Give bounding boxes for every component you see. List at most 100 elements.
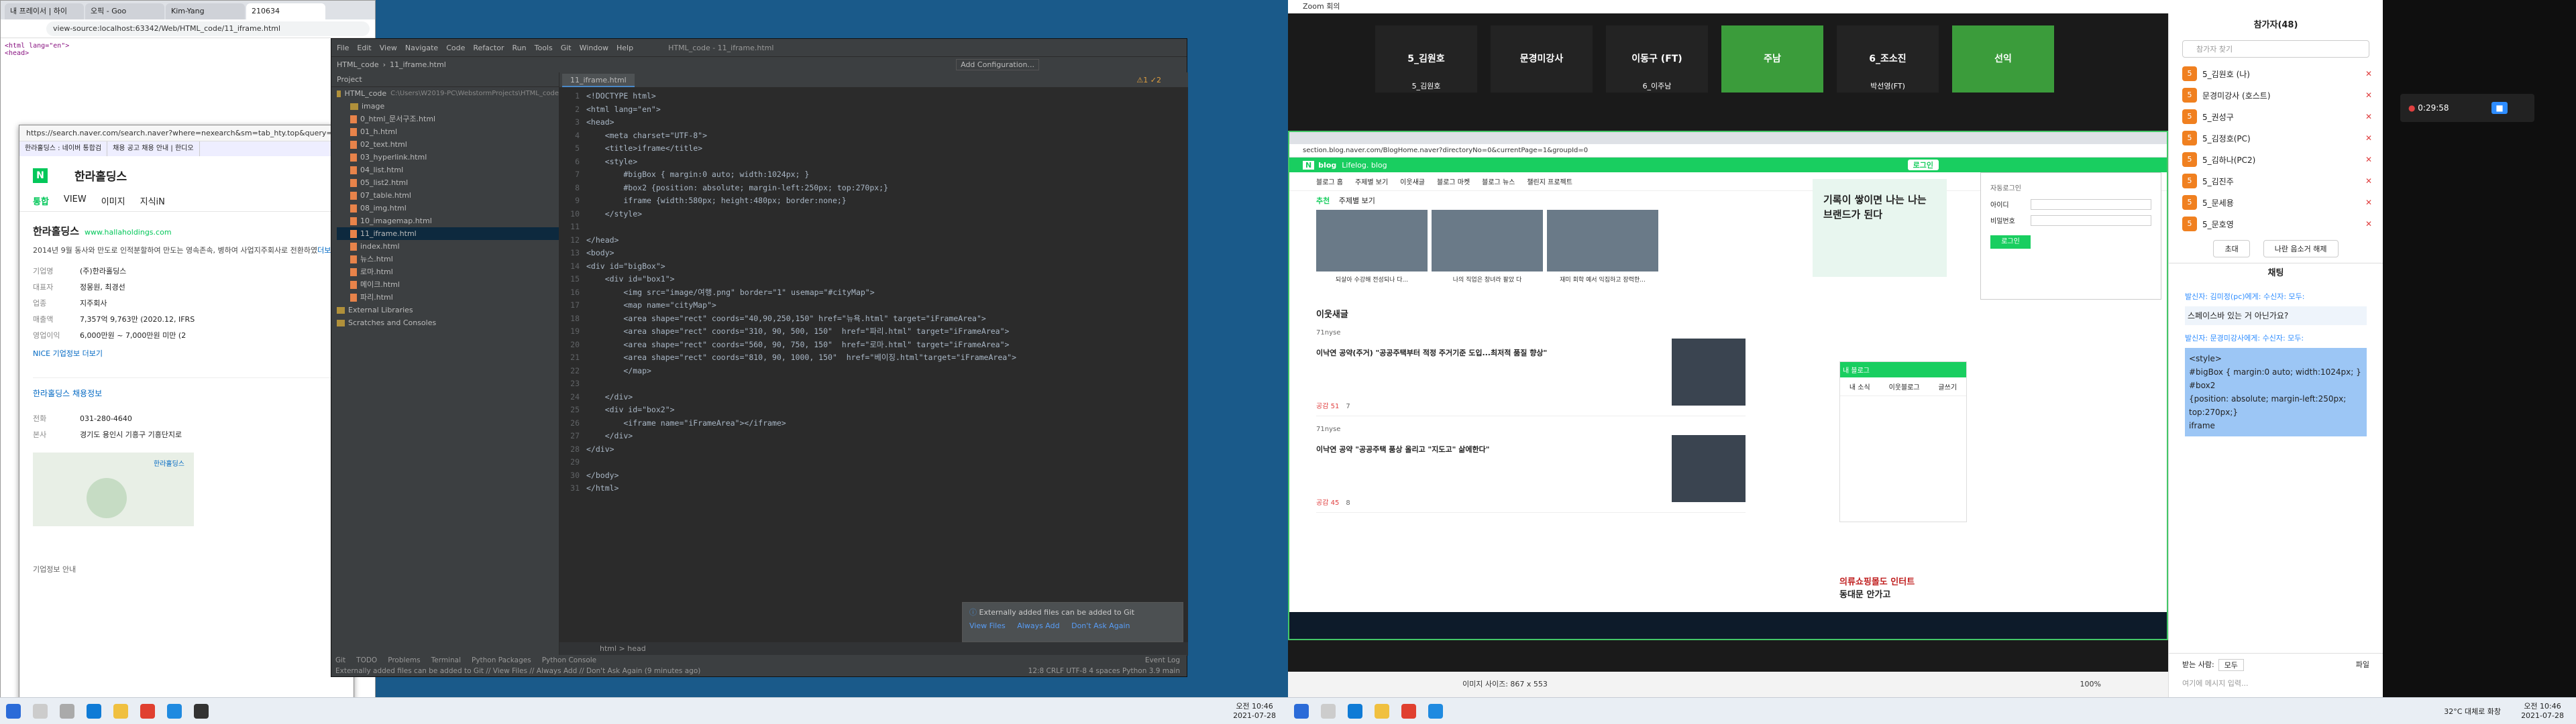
tool-git[interactable]: Git bbox=[335, 655, 345, 666]
blog-thumbnail[interactable]: 나의 직업은 창녀라 팔았 다 bbox=[1432, 210, 1543, 284]
explorer-icon[interactable] bbox=[1375, 703, 1389, 719]
always-add-link[interactable]: Always Add bbox=[1017, 621, 1059, 630]
company-name[interactable]: 한라홀딩스 bbox=[33, 224, 79, 238]
participant-row[interactable]: 5 5_김하나(PC2) ✕ bbox=[2169, 149, 2383, 170]
code-line[interactable]: 11 bbox=[559, 221, 1188, 234]
nav-view[interactable]: VIEW bbox=[64, 194, 87, 207]
post-comments[interactable]: 8 bbox=[1346, 499, 1350, 507]
post-likes[interactable]: 공감 45 bbox=[1316, 499, 1339, 507]
code-line[interactable]: 30 </body> bbox=[559, 469, 1188, 483]
blog-menu-item[interactable]: 주제별 보기 bbox=[1355, 176, 1388, 186]
view-files-link[interactable]: View Files bbox=[969, 621, 1006, 630]
menu-help[interactable]: Help bbox=[616, 44, 633, 52]
tree-file[interactable]: 파리.html bbox=[337, 291, 559, 304]
unmute-all-button[interactable]: 나란 음소거 해제 bbox=[2263, 240, 2339, 257]
popup-address[interactable]: https://search.naver.com/search.naver?wh… bbox=[19, 125, 354, 141]
code-line[interactable]: 21 <area shape="rect" coords="810, 90, 1… bbox=[559, 351, 1188, 365]
task-view-icon[interactable] bbox=[60, 703, 74, 719]
chat-to-select[interactable]: 모두 bbox=[2218, 659, 2244, 671]
menu-file[interactable]: File bbox=[337, 44, 349, 52]
map-thumbnail[interactable]: 한라홀딩스 bbox=[33, 452, 194, 526]
blog-menu-item[interactable]: 이웃새글 bbox=[1400, 176, 1425, 186]
address-bar[interactable]: view-source:localhost:63342/Web/HTML_cod… bbox=[1, 19, 375, 38]
tree-scratches[interactable]: Scratches and Consoles bbox=[337, 316, 559, 329]
mic-muted-icon[interactable]: ✕ bbox=[2365, 90, 2372, 100]
code-editor[interactable]: 11_iframe.html ⚠1 ✓2 1 <!DOCTYPE html> 2 <h… bbox=[559, 72, 1188, 656]
auto-login-label[interactable]: 자동로그인 bbox=[1990, 182, 2151, 192]
tool-problems[interactable]: Problems bbox=[388, 655, 420, 666]
dont-ask-link[interactable]: Don't Ask Again bbox=[1071, 621, 1130, 630]
add-configuration-button[interactable]: Add Configuration... bbox=[956, 59, 1039, 70]
tree-external[interactable]: External Libraries bbox=[337, 304, 559, 316]
address-text[interactable]: view-source:localhost:63342/Web/HTML_cod… bbox=[46, 21, 370, 36]
tree-root[interactable]: HTML_code C:\Users\W2019-PC\WebstormProje… bbox=[337, 87, 559, 100]
menu-edit[interactable]: Edit bbox=[357, 44, 371, 52]
menu-window[interactable]: Window bbox=[580, 44, 608, 52]
tree-file[interactable]: image bbox=[337, 100, 559, 113]
chat-file-button[interactable]: 파일 bbox=[2356, 659, 2369, 671]
browser-tab[interactable]: 오픽 - Goo bbox=[85, 3, 164, 19]
breadcrumb-project[interactable]: HTML_code bbox=[337, 60, 379, 69]
search-icon[interactable] bbox=[33, 703, 48, 719]
status-right[interactable]: 12:8 CRLF UTF-8 4 spaces Python 3.9 main bbox=[1028, 666, 1180, 676]
windows-start-icon[interactable] bbox=[6, 703, 21, 719]
mic-muted-icon[interactable]: ✕ bbox=[2365, 112, 2372, 121]
post-likes[interactable]: 공감 51 bbox=[1316, 403, 1339, 410]
code-line[interactable]: 8 #box2 {position: absolute; margin-left… bbox=[559, 182, 1188, 195]
code-line[interactable]: 16 <img src="image/여행.png" border="1" us… bbox=[559, 286, 1188, 300]
sidebar-news[interactable]: 내 소식 bbox=[1849, 381, 1870, 391]
editor-tab[interactable]: 11_iframe.html bbox=[562, 74, 635, 87]
blog-tab-recommend[interactable]: 추천 bbox=[1316, 196, 1330, 205]
tree-file[interactable]: 04_list.html bbox=[337, 164, 559, 176]
participant-search-input[interactable]: 참가자 찾기 bbox=[2182, 40, 2369, 58]
explorer-icon[interactable] bbox=[113, 703, 128, 719]
menu-code[interactable]: Code bbox=[446, 44, 465, 52]
code-line[interactable]: 23 bbox=[559, 377, 1188, 391]
tree-file[interactable]: index.html bbox=[337, 240, 559, 253]
code-line[interactable]: 4 <meta charset="UTF-8"> bbox=[559, 129, 1188, 143]
recording-indicator[interactable]: ● 0:29:58 ■ bbox=[2400, 94, 2534, 122]
weather-widget[interactable]: 32°C 대체로 화창 bbox=[2444, 706, 2501, 717]
participant-row[interactable]: 5 5_권성구 ✕ bbox=[2169, 106, 2383, 127]
sidebar-write[interactable]: 글쓰기 bbox=[1938, 381, 1957, 391]
code-line[interactable]: 7 #bigBox { margin:0 auto; width:1024px;… bbox=[559, 168, 1188, 182]
post-title[interactable]: 이낙연 공약(주거) "공공주택부터 적정 주거기준 도입...최저적 품질 향… bbox=[1316, 347, 1652, 358]
browser-tab[interactable]: 210634 bbox=[246, 3, 325, 19]
blog-tab-topic[interactable]: 주제별 보기 bbox=[1339, 196, 1375, 205]
editor-breadcrumb[interactable]: html > head bbox=[559, 642, 1188, 656]
post-title[interactable]: 이낙연 공약 "공공주택 품상 올리고 "지도고" 삶에한다" bbox=[1316, 444, 1652, 455]
mic-muted-icon[interactable]: ✕ bbox=[2365, 155, 2372, 164]
code-line[interactable]: 24 </div> bbox=[559, 391, 1188, 404]
search-icon[interactable] bbox=[1321, 703, 1336, 719]
code-line[interactable]: 22 </map> bbox=[559, 365, 1188, 378]
code-line[interactable]: 6 <style> bbox=[559, 156, 1188, 169]
tree-file[interactable]: 뉴스.html bbox=[337, 253, 559, 265]
sidebar-neighbors[interactable]: 이웃블로그 bbox=[1889, 381, 1920, 391]
chat-code-message[interactable]: <style> #bigBox { margin:0 auto; width:1… bbox=[2185, 348, 2367, 436]
blog-menu-item[interactable]: 블로그 뉴스 bbox=[1482, 176, 1515, 186]
chrome-icon[interactable] bbox=[140, 703, 155, 719]
tree-file[interactable]: 메이크.html bbox=[337, 278, 559, 291]
blog-post[interactable]: 71nyse 이낙연 공약 "공공주택 품상 올리고 "지도고" 삶에한다" 공감 … bbox=[1316, 426, 1746, 513]
status-message[interactable]: Externally added files can be added to G… bbox=[335, 666, 700, 676]
nav-image[interactable]: 이미지 bbox=[101, 194, 125, 207]
right-clock[interactable]: 오전 10:46 2021-07-28 bbox=[2521, 702, 2564, 721]
blog-brand[interactable]: blog bbox=[1318, 161, 1336, 170]
tree-file[interactable]: 05_list2.html bbox=[337, 176, 559, 189]
stop-recording-icon[interactable]: ■ bbox=[2491, 102, 2508, 114]
code-line[interactable]: 3 <head> bbox=[559, 116, 1188, 129]
code-line[interactable]: 26 <iframe name="iFrameArea"></iframe> bbox=[559, 417, 1188, 430]
blog-thumbnail[interactable]: 재미 회학 예서 익집하고 장력한... bbox=[1547, 210, 1658, 284]
code-line[interactable]: 13 <body> bbox=[559, 247, 1188, 260]
left-clock[interactable]: 오전 10:46 2021-07-28 bbox=[1233, 702, 1276, 721]
post-thumbnail[interactable] bbox=[1672, 339, 1746, 406]
post-comments[interactable]: 7 bbox=[1346, 403, 1350, 410]
mic-muted-icon[interactable]: ✕ bbox=[2365, 69, 2372, 78]
code-line[interactable]: 28 </div> bbox=[559, 443, 1188, 457]
code-line[interactable]: 10 </style> bbox=[559, 208, 1188, 221]
code-line[interactable]: 9 iframe {width:580px; height:480px; bor… bbox=[559, 194, 1188, 208]
nice-link[interactable]: NICE 기업정보 더보기 bbox=[33, 348, 340, 359]
tool-todo[interactable]: TODO bbox=[356, 655, 377, 666]
blog-promo[interactable]: 기록이 쌓이면 나는 나는 브랜드가 된다 bbox=[1813, 179, 1947, 277]
invite-button[interactable]: 초대 bbox=[2213, 240, 2250, 257]
